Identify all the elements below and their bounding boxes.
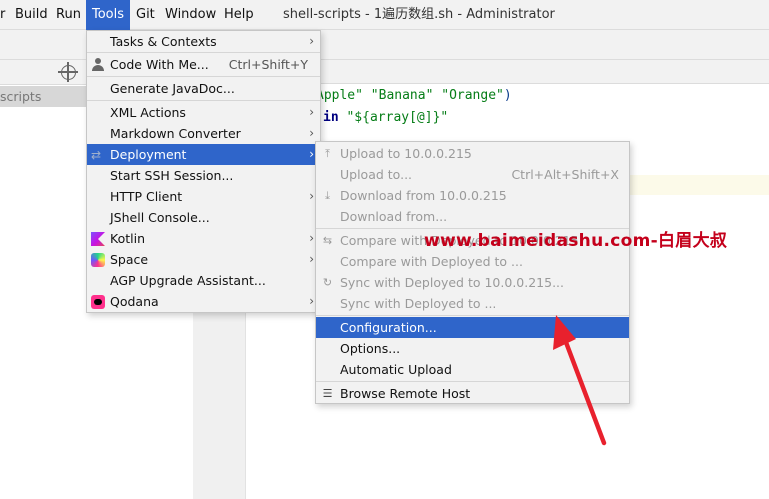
menu-item-git[interactable]: Git: [136, 0, 155, 30]
browse-remote-host-icon: ☰: [322, 387, 333, 400]
menu-kotlin[interactable]: Kotlin ›: [87, 228, 320, 249]
chevron-right-icon: ›: [309, 105, 314, 119]
menu-label: Qodana: [110, 294, 159, 309]
code-token: "Banana": [370, 88, 442, 103]
code-token: ): [503, 88, 512, 103]
menu-deployment[interactable]: ⇄ Deployment ›: [87, 144, 320, 165]
menu-label: Upload to 10.0.0.215: [340, 146, 472, 161]
menu-sync-with-host[interactable]: ↻ Sync with Deployed to 10.0.0.215...: [316, 272, 629, 293]
menu-item-window[interactable]: Window: [165, 0, 216, 30]
space-icon: [91, 253, 105, 267]
deployment-icon: ⇄: [91, 148, 102, 162]
menu-label: Tasks & Contexts: [110, 34, 217, 49]
project-tree-row[interactable]: scripts: [0, 86, 86, 107]
menu-separator: [87, 52, 320, 53]
code-token: "Orange": [441, 88, 504, 103]
menu-start-ssh-session[interactable]: Start SSH Session...: [87, 165, 320, 186]
menu-label: JShell Console...: [110, 210, 210, 225]
editor-tab-bar: [318, 60, 769, 84]
window-title: shell-scripts - 1遍历数组.sh - Administrator: [283, 7, 555, 22]
project-panel: [0, 107, 86, 499]
code-token: "${array[@]}": [346, 110, 449, 125]
menu-label: Compare with Deployed to ...: [340, 254, 523, 269]
menu-shortcut: Ctrl+Shift+Y: [228, 57, 308, 72]
menu-bar: r Build Run Tools Git Window Help shell-…: [0, 0, 769, 30]
code-line-1[interactable]: Apple" "Banana" "Orange"): [316, 88, 512, 103]
menu-label: Automatic Upload: [340, 362, 452, 377]
menu-label: Browse Remote Host: [340, 386, 471, 401]
code-keyword: in: [323, 110, 347, 125]
menu-label: AGP Upgrade Assistant...: [110, 273, 266, 288]
menu-sync-with[interactable]: Sync with Deployed to ...: [316, 293, 629, 314]
menu-label: Space: [110, 252, 149, 267]
annotation-arrow-head: [553, 315, 576, 350]
menu-item-tools[interactable]: Tools: [86, 0, 131, 30]
annotation-arrow-shaft: [561, 334, 607, 446]
menu-label: Configuration...: [340, 320, 437, 335]
person-icon: [91, 58, 105, 72]
menu-markdown-converter[interactable]: Markdown Converter ›: [87, 123, 320, 144]
chevron-right-icon: ›: [309, 189, 314, 203]
menu-xml-actions[interactable]: XML Actions ›: [87, 102, 320, 123]
chevron-right-icon: ›: [309, 231, 314, 245]
tools-menu: Tasks & Contexts › Code With Me... Ctrl+…: [86, 30, 321, 313]
code-token: Apple": [316, 88, 371, 103]
menu-item-run[interactable]: Run: [56, 0, 81, 30]
menu-label: Sync with Deployed to ...: [340, 296, 497, 311]
upload-icon: ⤒: [325, 147, 330, 160]
chevron-right-icon: ›: [309, 126, 314, 140]
menu-shortcut: Ctrl+Alt+Shift+X: [511, 167, 619, 182]
menu-qodana[interactable]: Qodana ›: [87, 291, 320, 312]
annotation-arrow-icon: [553, 315, 607, 446]
menu-upload-to[interactable]: Upload to... Ctrl+Alt+Shift+X: [316, 164, 629, 185]
menu-generate-javadoc[interactable]: Generate JavaDoc...: [87, 78, 320, 99]
menu-label: Kotlin: [110, 231, 145, 246]
menu-http-client[interactable]: HTTP Client ›: [87, 186, 320, 207]
menu-label: Download from 10.0.0.215: [340, 188, 507, 203]
menu-label: Options...: [340, 341, 401, 356]
compare-icon: ⇆: [322, 234, 333, 247]
menu-label: HTTP Client: [110, 189, 183, 204]
menu-label: Sync with Deployed to 10.0.0.215...: [340, 275, 564, 290]
menu-item-build[interactable]: Build: [15, 0, 48, 30]
menu-label: Generate JavaDoc...: [110, 81, 235, 96]
menu-label: Deployment: [110, 147, 187, 162]
menu-space[interactable]: Space ›: [87, 249, 320, 270]
chevron-right-icon: ›: [309, 294, 314, 308]
menu-label: Code With Me...: [110, 57, 209, 72]
menu-label: Download from...: [340, 209, 448, 224]
qodana-icon: [91, 295, 105, 309]
menu-separator: [87, 100, 320, 101]
chevron-right-icon: ›: [309, 147, 314, 161]
menu-code-with-me[interactable]: Code With Me... Ctrl+Shift+Y: [87, 54, 320, 75]
chevron-right-icon: ›: [309, 34, 314, 48]
menu-compare-with[interactable]: Compare with Deployed to ...: [316, 251, 629, 272]
chevron-right-icon: ›: [309, 252, 314, 266]
menu-label: Upload to...: [340, 167, 413, 182]
code-line-2[interactable]: in "${array[@]}": [323, 110, 448, 125]
menu-download-from-host[interactable]: ⤓ Download from 10.0.0.215: [316, 185, 629, 206]
menu-item-help[interactable]: Help: [224, 0, 254, 30]
menu-item-view-partial[interactable]: r: [0, 0, 5, 30]
menu-label: Markdown Converter: [110, 126, 241, 141]
menu-upload-to-host[interactable]: ⤒ Upload to 10.0.0.215: [316, 143, 629, 164]
watermark: www.baimeidashu.com-白眉大叔: [424, 231, 728, 251]
kotlin-icon: [91, 232, 105, 246]
current-line-highlight: [630, 175, 769, 195]
menu-agp-upgrade-assistant[interactable]: AGP Upgrade Assistant...: [87, 270, 320, 291]
menu-jshell-console[interactable]: JShell Console...: [87, 207, 320, 228]
menu-tasks-contexts[interactable]: Tasks & Contexts ›: [87, 31, 320, 52]
menu-separator: [87, 76, 320, 77]
locate-icon[interactable]: [58, 62, 78, 82]
menu-label: Start SSH Session...: [110, 168, 234, 183]
sync-icon: ↻: [322, 276, 333, 289]
menu-label: XML Actions: [110, 105, 186, 120]
menu-download-from[interactable]: Download from...: [316, 206, 629, 227]
download-icon: ⤓: [325, 189, 330, 202]
